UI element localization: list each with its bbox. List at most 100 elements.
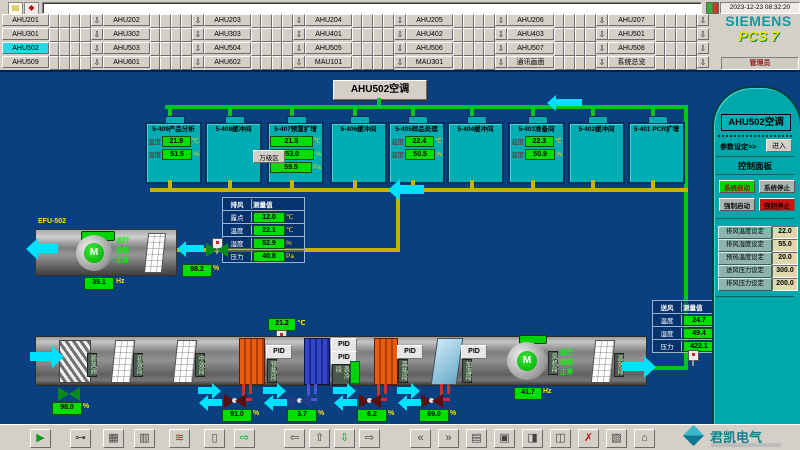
dropdown-icon[interactable]: ⇩ <box>596 56 608 68</box>
nav-cell[interactable] <box>453 56 463 70</box>
nav-cell[interactable] <box>686 14 696 28</box>
nav-left-button[interactable]: ⇦ <box>284 429 305 448</box>
nav-cell[interactable] <box>150 42 160 56</box>
nav-cell[interactable] <box>261 56 271 70</box>
nav-cell[interactable] <box>453 14 463 28</box>
dropdown-icon[interactable]: ⇩ <box>91 56 103 68</box>
setting-value[interactable]: 200.0 <box>772 278 798 291</box>
nav-cell[interactable] <box>373 42 383 56</box>
nav-cell[interactable] <box>575 14 585 28</box>
nav-cell[interactable] <box>261 42 271 56</box>
nav-button-ahu508[interactable]: AHU508 <box>608 42 655 54</box>
fresh-damper-valve-icon[interactable] <box>58 387 80 401</box>
nav-cell[interactable] <box>373 56 383 70</box>
nav-cell[interactable] <box>554 28 564 42</box>
nav-cell[interactable] <box>171 42 181 56</box>
nav-cell[interactable] <box>554 56 564 70</box>
nav-cell[interactable] <box>59 56 69 70</box>
nav-cell[interactable] <box>474 14 484 28</box>
pid-controller[interactable]: PID <box>461 345 487 359</box>
nav-cell[interactable] <box>463 28 473 42</box>
force-start-button[interactable]: 强制启动 <box>719 198 755 211</box>
dropdown-icon[interactable]: ⇩ <box>495 56 507 68</box>
exhaust-valve-icon[interactable] <box>206 243 228 257</box>
nav-cell[interactable] <box>453 42 463 56</box>
nav-cell[interactable] <box>251 42 261 56</box>
nav-cell[interactable] <box>676 28 686 42</box>
trend-button[interactable]: ≋ <box>169 429 190 448</box>
page-first-button[interactable]: « <box>410 429 431 448</box>
nav-cell[interactable] <box>59 28 69 42</box>
nav-button-ahu401[interactable]: AHU401 <box>305 28 352 40</box>
nav-cell[interactable] <box>181 42 191 56</box>
nav-cell[interactable] <box>70 28 80 42</box>
nav-cell[interactable] <box>585 14 595 28</box>
nav-button-ahu505[interactable]: AHU505 <box>305 42 352 54</box>
nav-cell[interactable] <box>362 28 372 42</box>
nav-cell[interactable] <box>383 56 393 70</box>
nav-button-ahu509[interactable]: AHU509 <box>2 56 49 68</box>
nav-cell[interactable] <box>59 14 69 28</box>
room-zone-button[interactable]: 万级区 <box>253 150 285 163</box>
pid-controller[interactable]: PID <box>397 345 423 359</box>
nav-cell[interactable] <box>373 14 383 28</box>
dropdown-icon[interactable]: ⇩ <box>293 56 305 68</box>
dropdown-icon[interactable]: ⇩ <box>293 28 305 40</box>
dropdown-icon[interactable]: ⇩ <box>91 42 103 54</box>
nav-cell[interactable] <box>676 42 686 56</box>
nav-cell[interactable] <box>655 56 665 70</box>
humidifier-valve-icon[interactable] <box>421 394 443 408</box>
system-start-button[interactable]: 系统启动 <box>719 180 755 193</box>
dropdown-icon[interactable]: ⇩ <box>192 28 204 40</box>
enter-button[interactable]: 进入 <box>766 139 792 152</box>
pid-controller[interactable]: PID <box>266 345 292 359</box>
nav-cell[interactable] <box>272 28 282 42</box>
nav-cell[interactable] <box>463 14 473 28</box>
setting-value[interactable]: 22.0 <box>772 226 798 239</box>
nav-cell[interactable] <box>282 56 292 70</box>
dropdown-icon[interactable]: ⇩ <box>495 42 507 54</box>
nav-cell[interactable] <box>373 28 383 42</box>
nav-cell[interactable] <box>453 28 463 42</box>
nav-cell[interactable] <box>564 56 574 70</box>
nav-cell[interactable] <box>686 42 696 56</box>
cooling-valve-icon[interactable] <box>289 394 311 408</box>
dropdown-icon[interactable]: ⇩ <box>394 56 406 68</box>
nav-cell[interactable] <box>484 56 494 70</box>
pid-controller[interactable]: PID <box>331 338 357 352</box>
thermometer-button[interactable]: ▯ <box>204 429 225 448</box>
nav-cell[interactable] <box>272 56 282 70</box>
nav-cell[interactable] <box>160 14 170 28</box>
nav-button-system-overview[interactable]: 系统总览 <box>608 56 655 68</box>
nav-cell[interactable] <box>554 14 564 28</box>
nav-right-button[interactable]: ⇨ <box>359 429 380 448</box>
save-button[interactable]: ◫ <box>550 429 571 448</box>
nav-cell[interactable] <box>474 28 484 42</box>
nav-cell[interactable] <box>655 42 665 56</box>
reheat-valve-icon[interactable] <box>359 394 381 408</box>
setting-value[interactable]: 300.0 <box>772 265 798 278</box>
nav-cell[interactable] <box>171 14 181 28</box>
grid-button[interactable]: ▧ <box>606 429 627 448</box>
nav-button-ahu503[interactable]: AHU503 <box>103 42 150 54</box>
nav-button-ahu507[interactable]: AHU507 <box>507 42 554 54</box>
dropdown-icon[interactable]: ⇩ <box>596 42 608 54</box>
nav-cell[interactable] <box>655 28 665 42</box>
nav-cell[interactable] <box>352 14 362 28</box>
nav-cell[interactable] <box>575 28 585 42</box>
nav-down-button[interactable]: ⇩ <box>334 429 355 448</box>
nav-cell[interactable] <box>49 14 59 28</box>
setting-value[interactable]: 20.0 <box>772 252 798 265</box>
export-button[interactable]: ⇨ <box>234 429 255 448</box>
dropdown-icon[interactable]: ⇩ <box>495 14 507 26</box>
nav-cell[interactable] <box>150 56 160 70</box>
nav-cell[interactable] <box>484 28 494 42</box>
page-last-button[interactable]: » <box>438 429 459 448</box>
nav-cell[interactable] <box>484 14 494 28</box>
nav-cell[interactable] <box>80 28 90 42</box>
report-button[interactable]: ▥ <box>134 429 155 448</box>
dropdown-icon[interactable]: ⇩ <box>192 14 204 26</box>
nav-cell[interactable] <box>272 42 282 56</box>
nav-cell[interactable] <box>251 14 261 28</box>
nav-button-ahu201[interactable]: AHU201 <box>2 14 49 26</box>
